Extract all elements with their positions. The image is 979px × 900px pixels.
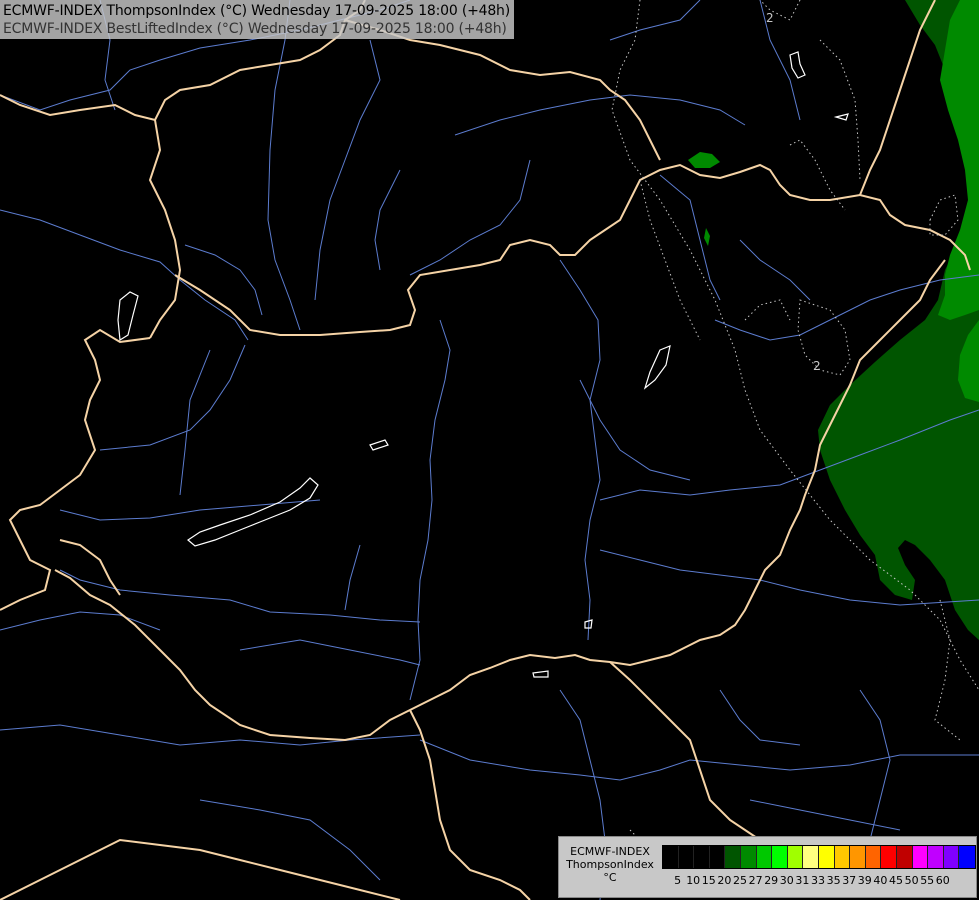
legend-swatch (740, 846, 757, 868)
legend-tick-label: 55 (920, 874, 935, 887)
legend-swatch (772, 846, 788, 868)
legend-swatch (881, 846, 897, 868)
legend-swatch (787, 846, 804, 868)
legend-tick-labels: 5 10 15 20 25 27 29 30 31 33 35 37 39 40 45 50 55 60 (662, 874, 974, 888)
contour-label: 2 (766, 11, 774, 25)
legend-swatch (834, 846, 851, 868)
map-title-block: ECMWF-INDEX ThompsonIndex (°C) Wednesday… (0, 0, 514, 39)
legend-variable-label: ThompsonIndex (566, 858, 654, 871)
legend-tick-label: 25 (733, 874, 747, 887)
legend-tick-label: 20 (717, 874, 732, 887)
legend-swatch (896, 846, 913, 868)
legend-swatch (709, 846, 726, 868)
legend-swatch (725, 846, 741, 868)
legend-tick-label: 10 (686, 874, 701, 887)
legend-swatch (694, 846, 710, 868)
legend-swatch (928, 846, 944, 868)
legend-unit-label: °C (603, 871, 617, 884)
legend-tick-label: 15 (701, 874, 716, 887)
legend-swatch (678, 846, 695, 868)
legend-label-block: ECMWF-INDEX ThompsonIndex °C (561, 845, 659, 884)
contour-label: 2 (813, 359, 821, 373)
legend-swatch (865, 846, 882, 868)
legend-tick-label: 5 (674, 874, 682, 887)
map-title-secondary: ECMWF-INDEX BestLiftedIndex (°C) Wednesd… (3, 21, 507, 37)
legend-tick-label: 35 (826, 874, 841, 887)
legend-tick-label: 27 (748, 874, 763, 887)
legend-tick-label: 33 (811, 874, 825, 887)
legend-swatch-bar (662, 845, 976, 869)
legend-tick-label: 60 (935, 874, 950, 887)
legend-tick-label: 40 (873, 874, 888, 887)
weather-map: 2 2 ECMWF-INDEX ThompsonIndex (°C) Wedne… (0, 0, 979, 900)
legend-tick-label: 29 (764, 874, 779, 887)
legend-swatch (818, 846, 835, 868)
legend-swatch (850, 846, 866, 868)
legend-tick-label: 30 (779, 874, 794, 887)
legend-swatch (912, 846, 929, 868)
legend-tick-label: 31 (795, 874, 810, 887)
legend-tick-label: 37 (842, 874, 857, 887)
legend-swatch (756, 846, 773, 868)
color-legend: ECMWF-INDEX ThompsonIndex °C 5 10 15 20 25 27… (558, 836, 977, 898)
legend-tick-label: 39 (857, 874, 872, 887)
legend-source-label: ECMWF-INDEX (570, 845, 650, 858)
legend-swatch (943, 846, 960, 868)
legend-swatch (959, 846, 975, 868)
legend-swatch (663, 846, 679, 868)
map-canvas: 2 2 (0, 0, 979, 900)
legend-swatch (803, 846, 819, 868)
legend-tick-label: 45 (889, 874, 903, 887)
legend-tick-label: 50 (904, 874, 919, 887)
map-title-primary: ECMWF-INDEX ThompsonIndex (°C) Wednesday… (3, 3, 510, 19)
